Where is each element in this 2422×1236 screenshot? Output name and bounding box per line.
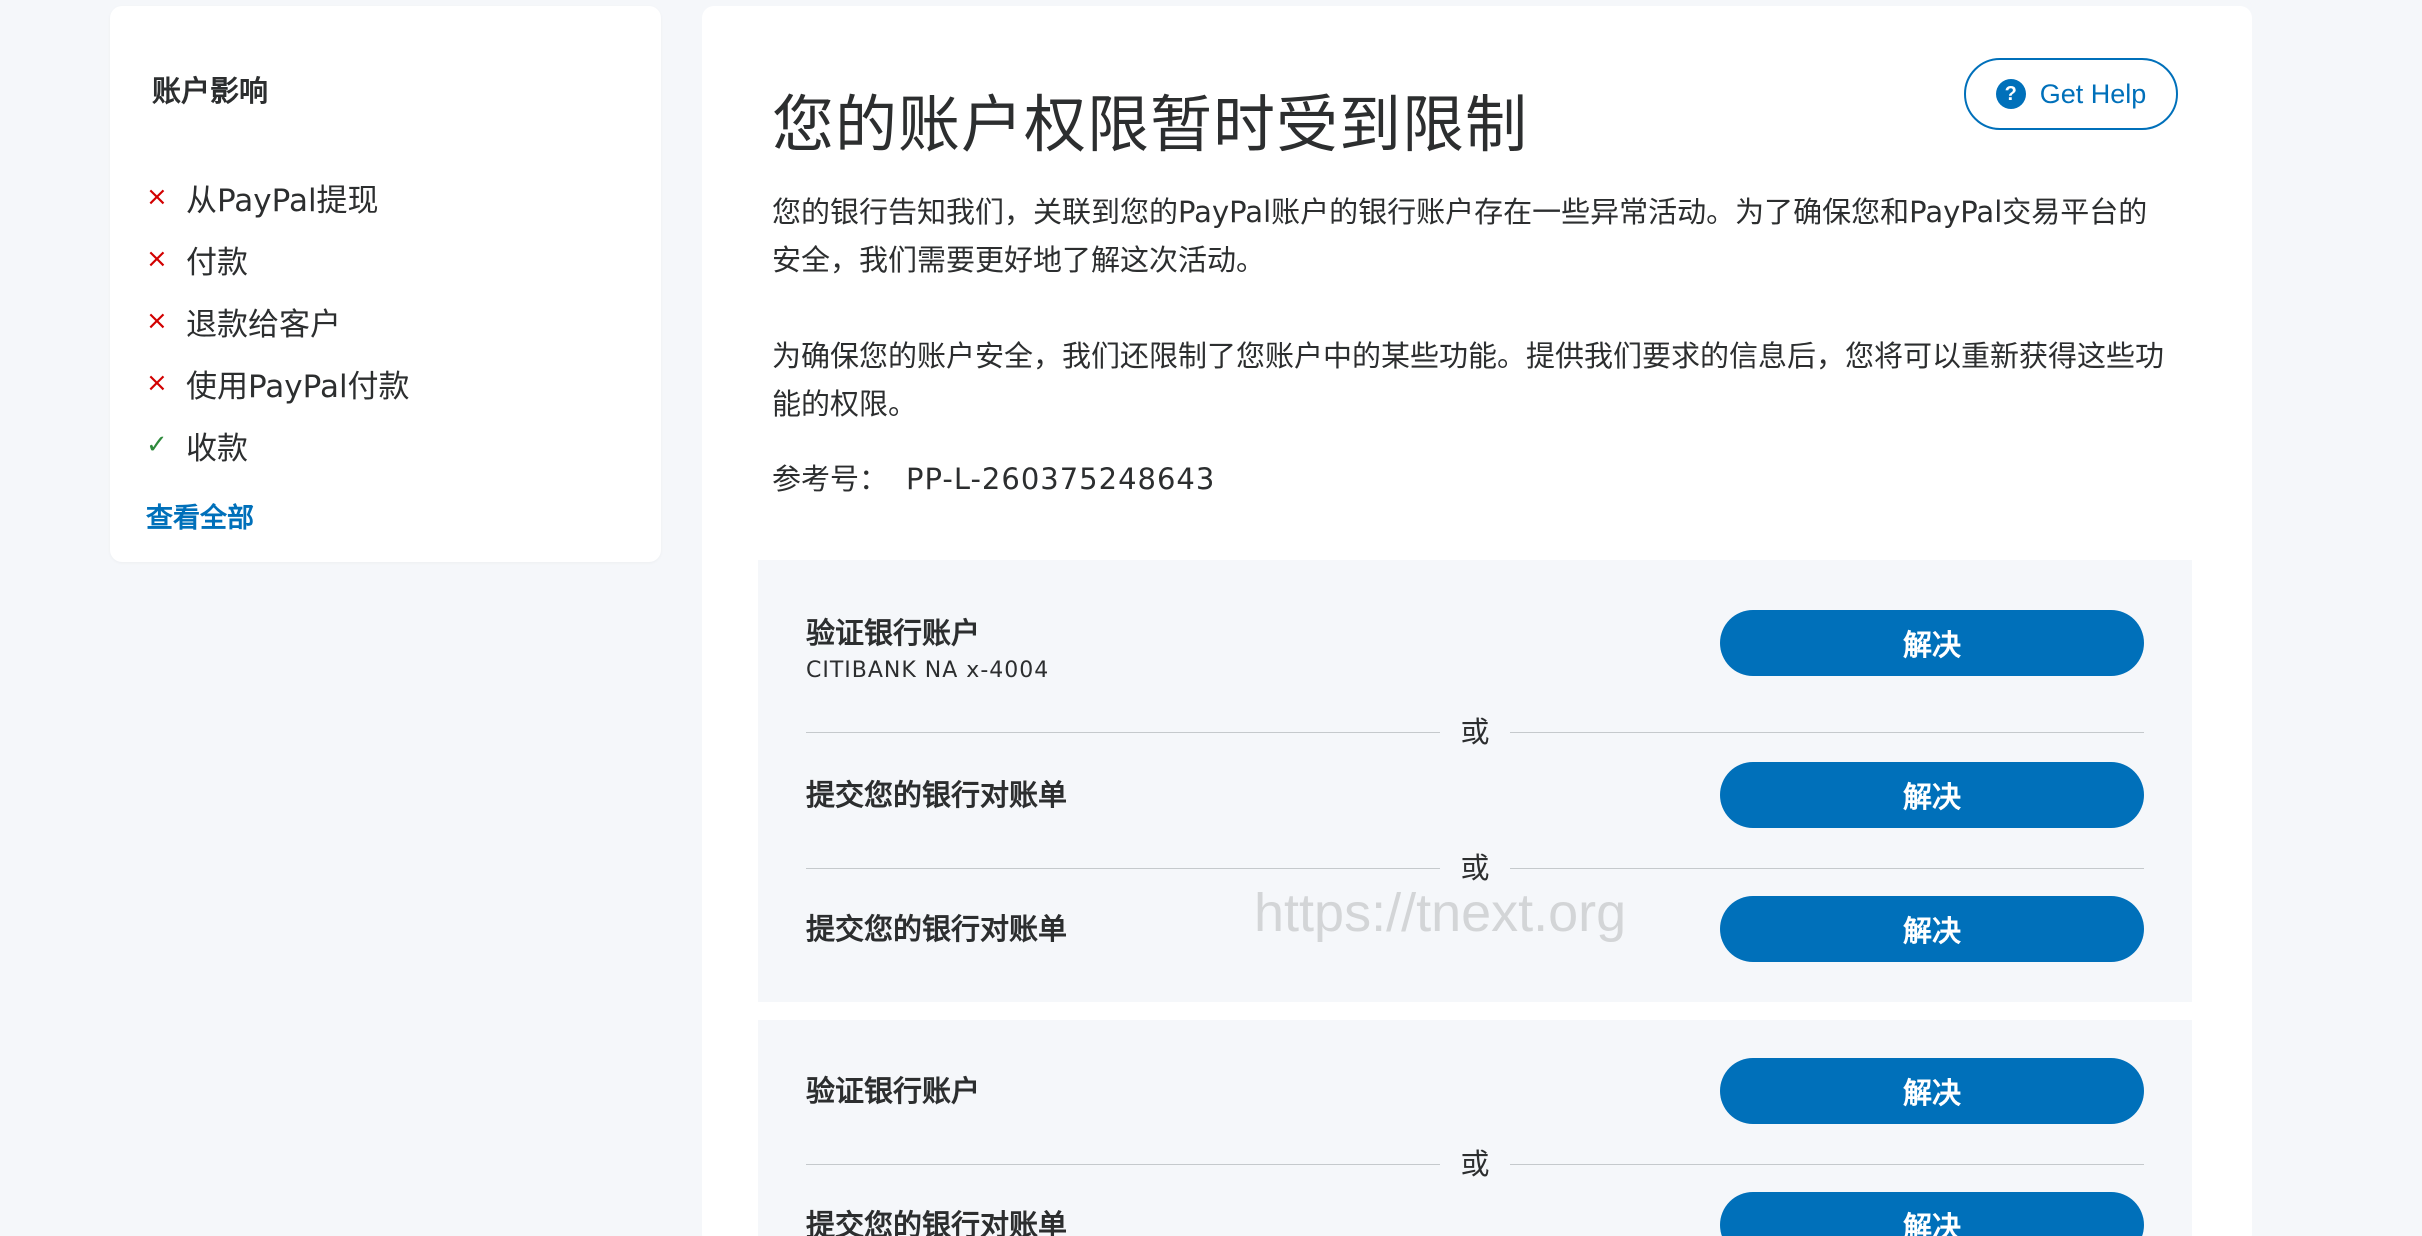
or-divider: 或 xyxy=(806,714,2144,750)
resolve-button[interactable]: 解决 xyxy=(1720,762,2144,828)
impact-item-pay: × 付款 xyxy=(146,228,410,290)
impact-item-paypal-checkout: × 使用PayPal付款 xyxy=(146,352,410,414)
resolve-button[interactable]: 解决 xyxy=(1720,1058,2144,1124)
get-help-label: Get Help xyxy=(2039,78,2147,109)
cross-icon: × xyxy=(146,244,168,274)
impact-item-receive: ✓ 收款 xyxy=(146,414,410,476)
impact-item-label: 使用PayPal付款 xyxy=(186,368,410,405)
notice-paragraph: 您的银行告知我们，关联到您的PayPal账户的银行账户存在一些异常活动。为了确保… xyxy=(772,195,2148,277)
restriction-paragraph: 为确保您的账户安全，我们还限制了您账户中的某些功能。提供我们要求的信息后，您将可… xyxy=(772,339,2165,421)
get-help-button[interactable]: ? Get Help xyxy=(1964,58,2178,130)
impact-item-refund: × 退款给客户 xyxy=(146,290,410,352)
impact-item-label: 付款 xyxy=(186,244,248,281)
option-bank-statement: 提交您的银行对账单 解决 xyxy=(806,1192,2144,1236)
cross-icon: × xyxy=(146,368,168,398)
resolve-button[interactable]: 解决 xyxy=(1720,1192,2144,1236)
resolve-button[interactable]: 解决 xyxy=(1720,610,2144,676)
or-label: 或 xyxy=(1460,1147,1490,1181)
resolution-options-panel: 验证银行账户 解决 或 提交您的银行对账单 解决 xyxy=(758,1020,2192,1236)
resolve-button[interactable]: 解决 xyxy=(1720,896,2144,962)
impact-item-withdraw: × 从PayPal提现 xyxy=(146,166,410,228)
impact-item-label: 退款给客户 xyxy=(186,306,341,343)
impact-item-label: 从PayPal提现 xyxy=(186,182,379,219)
account-impact-list: × 从PayPal提现 × 付款 × 退款给客户 × 使用PayPal付款 ✓ … xyxy=(146,166,410,476)
checkmark-icon: ✓ xyxy=(146,430,168,460)
watermark: https://tnext.org xyxy=(1254,883,1627,943)
account-impact-card: 账户影响 × 从PayPal提现 × 付款 × 退款给客户 × 使用PayPal… xyxy=(110,6,661,562)
cross-icon: × xyxy=(146,306,168,336)
view-all-link[interactable]: 查看全部 xyxy=(146,496,254,535)
cross-icon: × xyxy=(146,182,168,212)
reference-label: 参考号： xyxy=(772,462,889,496)
reference-value: PP-L-260375248643 xyxy=(906,462,1216,496)
account-impact-title: 账户影响 xyxy=(152,74,269,108)
option-bank-statement: 提交您的银行对账单 解决 xyxy=(806,762,2144,828)
or-divider: 或 xyxy=(806,850,2144,886)
or-label: 或 xyxy=(1460,851,1490,885)
impact-item-label: 收款 xyxy=(186,430,248,467)
reference-number: 参考号： PP-L-260375248643 xyxy=(772,456,1215,498)
main-card: 您的账户权限暂时受到限制 ? Get Help 您的银行告知我们，关联到您的Pa… xyxy=(702,6,2252,1236)
or-label: 或 xyxy=(1460,715,1490,749)
help-icon: ? xyxy=(1995,79,2026,109)
or-divider: 或 xyxy=(806,1146,2144,1182)
option-verify-bank: 验证银行账户 解决 xyxy=(806,1058,2144,1124)
page-title: 您的账户权限暂时受到限制 xyxy=(772,88,1529,161)
option-verify-bank: 验证银行账户 CITIBANK NA x-4004 解决 xyxy=(806,610,2144,683)
page: 账户影响 × 从PayPal提现 × 付款 × 退款给客户 × 使用PayPal… xyxy=(0,0,2422,1236)
